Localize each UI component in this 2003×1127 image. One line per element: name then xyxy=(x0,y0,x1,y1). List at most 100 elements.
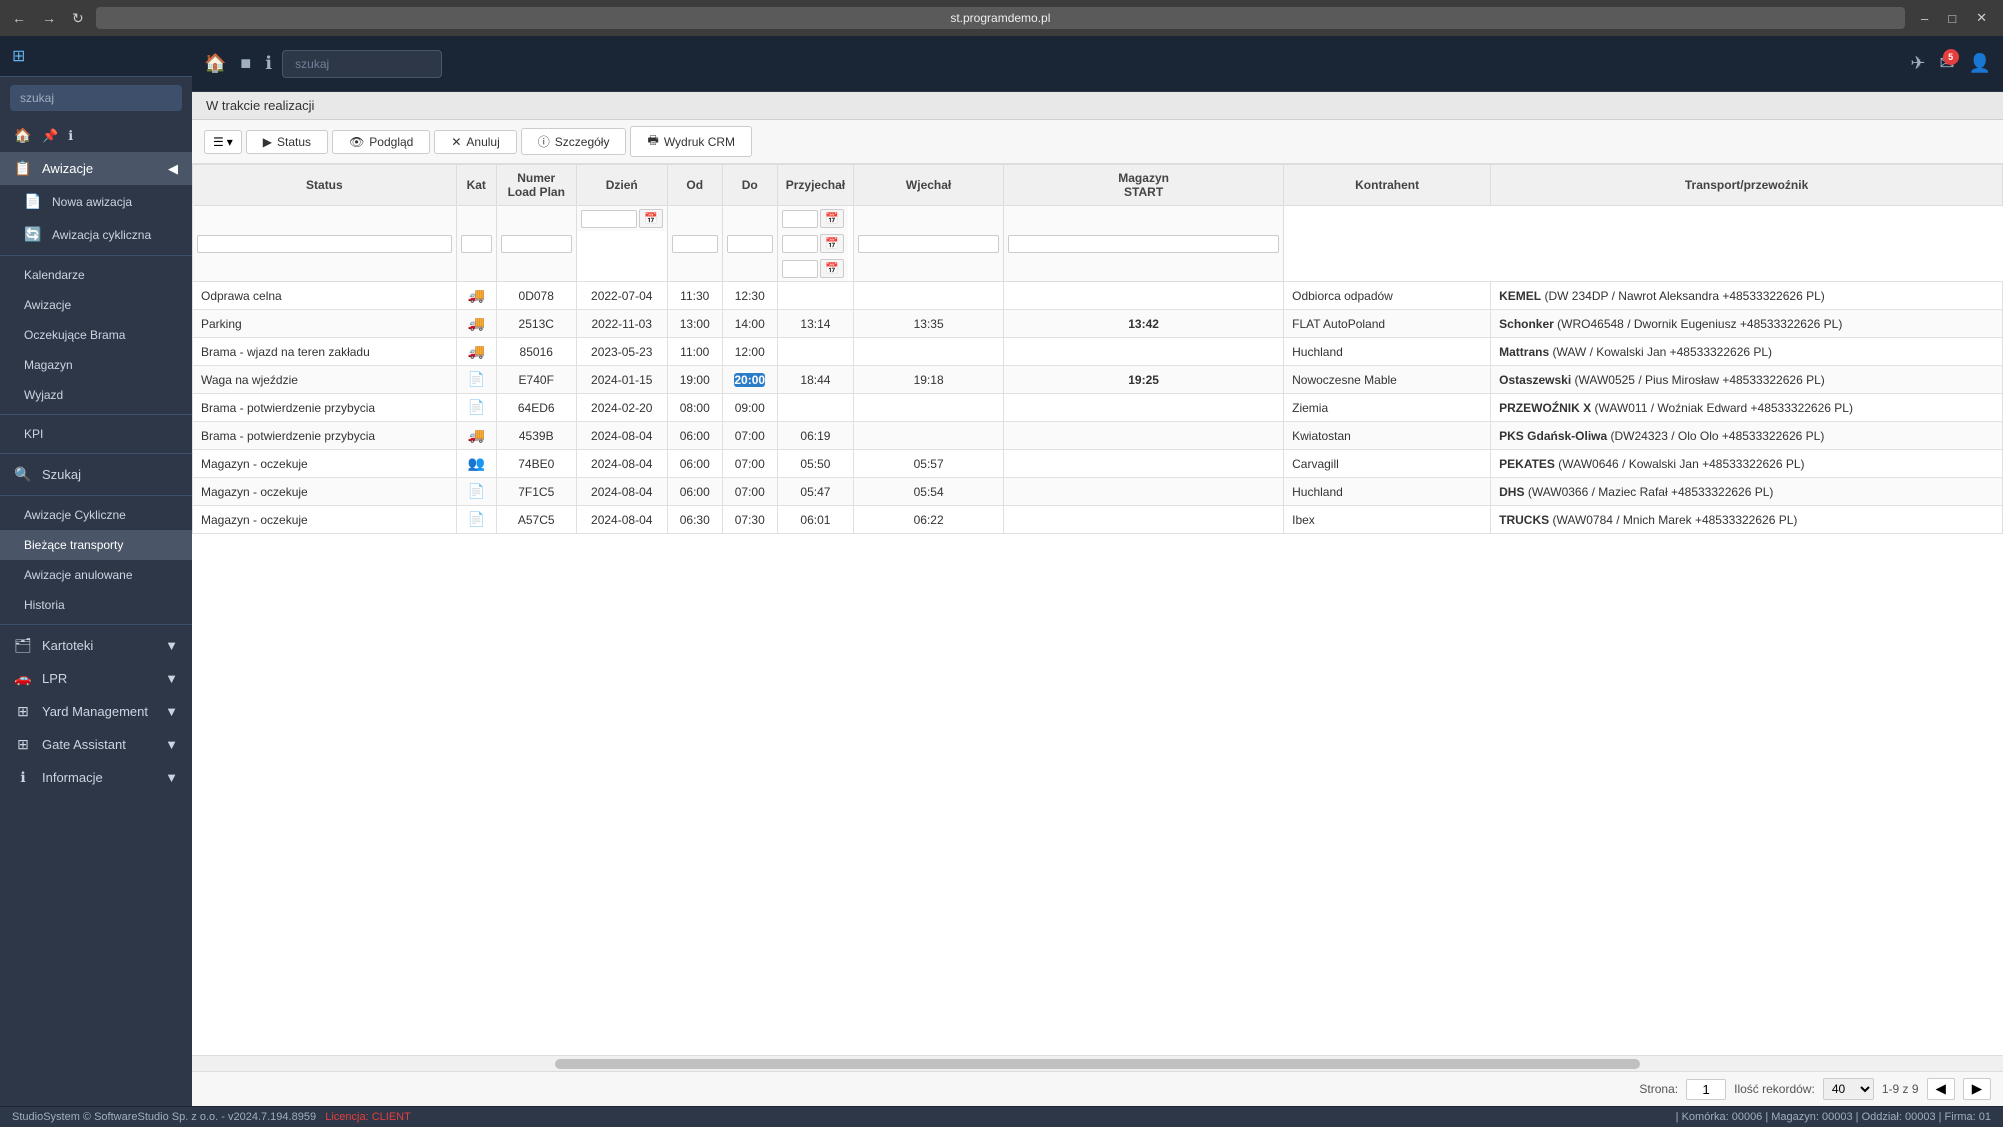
filter-wjechal[interactable] xyxy=(782,235,818,253)
minimize-button[interactable]: – xyxy=(1913,7,1936,30)
th-magazyn: MagazynSTART xyxy=(1004,165,1284,206)
filter-przyjachal-cal[interactable]: 📅 xyxy=(820,209,844,228)
table-row[interactable]: Brama - potwierdzenie przybycia 🚚 4539B … xyxy=(193,422,2003,450)
table-row[interactable]: Magazyn - oczekuje 📄 A57C5 2024-08-04 06… xyxy=(193,506,2003,534)
sidebar-item-historia[interactable]: Historia xyxy=(0,590,192,620)
sidebar-item-kartoteki[interactable]: 🗂 Kartoteki ▼ xyxy=(0,629,192,662)
topbar-expand-icon[interactable]: ■ xyxy=(240,53,251,74)
restore-button[interactable]: □ xyxy=(1940,7,1964,30)
cell-numer: 85016 xyxy=(496,338,576,366)
transport-bold: PEKATES xyxy=(1499,457,1555,471)
filter-przyjachal[interactable] xyxy=(782,210,818,228)
sidebar-item-gate-assistant[interactable]: ⊞ Gate Assistant ▼ xyxy=(0,728,192,761)
sidebar-item-magazyn[interactable]: Magazyn xyxy=(0,350,192,380)
filter-status[interactable] xyxy=(197,235,452,253)
table-row[interactable]: Parking 🚚 2513C 2022-11-03 13:00 14:00 1… xyxy=(193,310,2003,338)
cell-transport: PRZEWOŹNIK X (WAW011 / Woźniak Edward +4… xyxy=(1491,394,2003,422)
filter-wjechal-cal[interactable]: 📅 xyxy=(820,234,844,253)
cell-dzien: 2022-07-04 xyxy=(576,282,667,310)
page-input[interactable] xyxy=(1686,1079,1726,1100)
back-button[interactable]: ← xyxy=(8,6,30,30)
sidebar-item-yard-management[interactable]: ⊞ Yard Management ▼ xyxy=(0,695,192,728)
kartoteki-icon: 🗂 xyxy=(14,637,32,654)
wydruk-crm-button[interactable]: 🖶 Wydruk CRM xyxy=(630,126,752,157)
cell-transport: PEKATES (WAW0646 / Kowalski Jan +4853332… xyxy=(1491,450,2003,478)
table-row[interactable]: Magazyn - oczekuje 👥 74BE0 2024-08-04 06… xyxy=(193,450,2003,478)
info-icon: ℹ xyxy=(68,128,73,144)
cell-przyjachal: 18:44 xyxy=(777,366,853,394)
filter-numer[interactable] xyxy=(501,235,572,253)
status-bar-right: | Komórka: 00006 | Magazyn: 00003 | Oddz… xyxy=(1676,1111,1991,1123)
cell-dzien: 2024-08-04 xyxy=(576,450,667,478)
th-status: Status xyxy=(193,165,457,206)
table-row[interactable]: Odprawa celna 🚚 0D078 2022-07-04 11:30 1… xyxy=(193,282,2003,310)
szukaj-label: Szukaj xyxy=(42,467,81,482)
sidebar-item-szukaj[interactable]: 🔍 Szukaj xyxy=(0,458,192,491)
sidebar-item-awizacje-cykliczne[interactable]: Awizacje Cykliczne xyxy=(0,500,192,530)
filter-dzien[interactable] xyxy=(581,210,637,228)
sidebar-search-input[interactable] xyxy=(10,85,182,111)
filter-od[interactable] xyxy=(672,235,718,253)
close-button[interactable]: ✕ xyxy=(1968,6,1995,30)
cell-przyjachal xyxy=(777,338,853,366)
sidebar-item-awizacje2[interactable]: Awizacje xyxy=(0,290,192,320)
sidebar-item-awizacja-cykliczna[interactable]: 🔄 Awizacja cykliczna xyxy=(0,218,192,251)
topbar-user-icon[interactable]: 👤 xyxy=(1969,53,1991,74)
sidebar-item-kpi[interactable]: KPI xyxy=(0,419,192,449)
table-row[interactable]: Brama - wjazd na teren zakładu 🚚 85016 2… xyxy=(193,338,2003,366)
cell-od: 19:00 xyxy=(667,366,722,394)
sidebar-item-biezace-transporty[interactable]: Bieżące transporty xyxy=(0,530,192,560)
podglad-button[interactable]: 👁 Podgląd xyxy=(332,130,430,154)
filter-magazyn-cal[interactable]: 📅 xyxy=(820,259,844,278)
sidebar-item-awizacje[interactable]: 📋 Awizacje ◀ xyxy=(0,152,192,185)
magazyn-bold: 13:42 xyxy=(1128,317,1159,331)
hscroll-bar[interactable] xyxy=(192,1055,2003,1071)
filter-do[interactable] xyxy=(727,235,773,253)
topbar-left-icons: 🏠 ■ ℹ xyxy=(204,53,272,74)
th-transport: Transport/przewoźnik xyxy=(1491,165,2003,206)
kartoteki-arrow: ▼ xyxy=(165,638,178,653)
sidebar-item-oczekujace-brama[interactable]: Oczekujące Brama xyxy=(0,320,192,350)
topbar-search-input[interactable] xyxy=(282,50,442,78)
refresh-button[interactable]: ↻ xyxy=(68,6,88,31)
historia-label: Historia xyxy=(24,598,65,612)
sidebar-item-nowa-awizacja[interactable]: 📄 Nowa awizacja xyxy=(0,185,192,218)
filter-kontrahent[interactable] xyxy=(858,235,999,253)
address-bar[interactable]: st.programdemo.pl xyxy=(96,7,1905,29)
status-button[interactable]: ▶ Status xyxy=(246,130,328,154)
anuluj-button[interactable]: ✕ Anuluj xyxy=(434,130,516,154)
table-row[interactable]: Waga na wjeździe 📄 E740F 2024-01-15 19:0… xyxy=(193,366,2003,394)
page-prev-button[interactable]: ◀ xyxy=(1927,1078,1955,1100)
szczegoly-button[interactable]: ⓘ Szczegóły xyxy=(521,128,627,155)
kartoteki-label: Kartoteki xyxy=(42,638,93,653)
sidebar-search-container xyxy=(0,77,192,119)
records-select[interactable]: 40 20 60 100 xyxy=(1823,1078,1874,1100)
topbar-info-icon[interactable]: ℹ xyxy=(265,53,272,74)
filter-transport[interactable] xyxy=(1008,235,1279,253)
forward-button[interactable]: → xyxy=(38,6,60,30)
sidebar-item-informacje[interactable]: ℹ Informacje ▼ xyxy=(0,761,192,794)
cell-wjechal xyxy=(854,282,1004,310)
awizacje-icon: 📋 xyxy=(14,160,32,177)
filter-dzien-cal[interactable]: 📅 xyxy=(639,209,663,228)
sidebar: ⊞ 🏠 📌 ℹ 📋 Awizacje ◀ 📄 Nowa awizacja 🔄 A… xyxy=(0,36,192,1106)
table-row[interactable]: Brama - potwierdzenie przybycia 📄 64ED6 … xyxy=(193,394,2003,422)
sidebar-item-awizacje-anulowane[interactable]: Awizacje anulowane xyxy=(0,560,192,590)
topbar-notification-icon[interactable]: ✉ 5 xyxy=(1939,53,1954,74)
table-row[interactable]: Magazyn - oczekuje 📄 7F1C5 2024-08-04 06… xyxy=(193,478,2003,506)
sidebar-item-lpr[interactable]: 🚗 LPR ▼ xyxy=(0,662,192,695)
sidebar-item-wyjazd[interactable]: Wyjazd xyxy=(0,380,192,410)
filter-magazyn[interactable] xyxy=(782,260,818,278)
status-bar-info: | Komórka: 00006 | Magazyn: 00003 | Oddz… xyxy=(1676,1111,1991,1123)
page-next-button[interactable]: ▶ xyxy=(1963,1078,1991,1100)
topbar-flight-icon[interactable]: ✈ xyxy=(1910,53,1925,74)
filter-kat[interactable] xyxy=(461,235,492,253)
sidebar-item-kalendarze[interactable]: Kalendarze xyxy=(0,260,192,290)
sidebar-item-home[interactable]: 🏠 📌 ℹ xyxy=(0,119,192,152)
cell-wjechal: 13:35 xyxy=(854,310,1004,338)
topbar-home-icon[interactable]: 🏠 xyxy=(204,53,226,74)
yard-icon: ⊞ xyxy=(14,703,32,720)
cell-transport: Mattrans (WAW / Kowalski Jan +4853332262… xyxy=(1491,338,2003,366)
anuluj-label: Anuluj xyxy=(466,135,499,149)
menu-button[interactable]: ☰ ▾ xyxy=(204,130,242,154)
